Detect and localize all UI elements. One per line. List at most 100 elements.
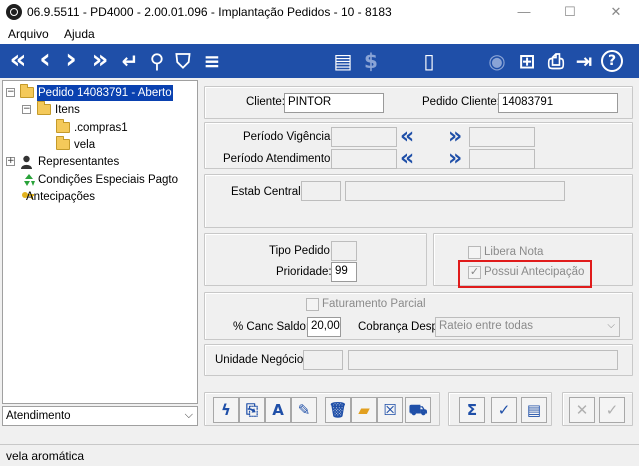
tree-label-pedido: Pedido 14083791 - Aberto — [37, 85, 173, 101]
periodo-atendimento-label: Período Atendimento: — [223, 153, 334, 165]
periodo-atendimento-end[interactable] — [469, 149, 535, 169]
menu-bar: Arquivo Ajuda — [0, 24, 639, 44]
web-icon[interactable]: ◉ — [486, 48, 508, 74]
check-icon[interactable]: ✓ — [599, 397, 625, 423]
first-record-icon[interactable]: « — [4, 47, 32, 74]
periodo-atendimento-start[interactable] — [331, 149, 397, 169]
chevron-down-icon: ⌵ — [607, 320, 615, 331]
expand-icon[interactable]: + — [6, 157, 15, 166]
unidade-negocio-name[interactable] — [348, 350, 618, 370]
delete-icon[interactable]: 🗑 — [325, 397, 351, 423]
pedido-cliente-input[interactable]: 14083791 — [498, 93, 618, 113]
prioridade-input[interactable]: 99 — [331, 262, 357, 282]
tree-structure-icon[interactable]: ⊞ — [516, 48, 538, 74]
person-icon — [20, 155, 33, 169]
periodo-vigencia-label: Período Vigência: — [243, 131, 334, 143]
estab-central-name[interactable] — [345, 181, 565, 201]
exit-icon[interactable]: ⇥ — [572, 48, 596, 74]
faturamento-group: Faturamento Parcial % Canc Saldo: 20,00 … — [204, 292, 633, 340]
cobranca-desp-label: Cobrança Desp: — [358, 321, 442, 333]
lightning-icon[interactable]: ϟ — [213, 397, 239, 423]
help-icon[interactable]: ? — [601, 50, 623, 72]
folder-icon — [56, 119, 70, 133]
periodo-vigencia-end[interactable] — [469, 127, 535, 147]
tree-item-condicoes[interactable]: Condições Especiais Pagto — [3, 172, 193, 188]
atendimento-dropdown[interactable]: Atendimento ⌵ — [2, 406, 198, 426]
window-title: 06.9.5511 - PD4000 - 2.00.01.096 - Impla… — [27, 5, 392, 19]
confirm-check-icon[interactable]: ✓ — [491, 397, 517, 423]
truck-icon[interactable]: ⛟ — [405, 397, 431, 423]
search-icon[interactable]: ⚲ — [146, 48, 168, 74]
close-button[interactable]: ✕ — [593, 0, 639, 24]
actions-group-1: ϟ ⎘ A ✎ 🗑 ▰ ☒ ⛟ — [204, 392, 440, 426]
tree-item-representantes[interactable]: + Representantes — [3, 154, 193, 170]
new-document-icon[interactable]: ▯ — [418, 48, 440, 74]
unidade-negocio-label: Unidade Negócio: — [215, 354, 307, 366]
filter-icon[interactable]: ⛉ — [172, 48, 194, 74]
atendimento-label: Atendimento — [6, 410, 71, 422]
tree-item-compras1[interactable]: .compras1 — [3, 119, 193, 136]
tipo-pedido-group: Tipo Pedido: Prioridade: 99 — [204, 233, 427, 286]
client-group: Cliente: PINTOR Pedido Cliente: 14083791 — [204, 86, 633, 119]
tree-label-compras1: .compras1 — [74, 122, 128, 134]
tree-item-pedido[interactable]: − Pedido 14083791 - Aberto — [3, 84, 193, 101]
tree-item-vela[interactable]: vela — [3, 136, 193, 153]
cliente-label: Cliente: — [246, 96, 285, 108]
pedido-cliente-label: Pedido Cliente: — [422, 96, 500, 108]
tipo-pedido-input[interactable] — [331, 241, 357, 261]
unidade-negocio-code[interactable] — [303, 350, 343, 370]
estab-central-code[interactable] — [301, 181, 341, 201]
maximize-button[interactable]: ☐ — [547, 0, 593, 24]
copy-doc-icon[interactable]: ⎘ — [239, 397, 265, 423]
tree-label-antecipacoes: Antecipações — [26, 191, 96, 203]
faturamento-parcial-checkbox[interactable] — [306, 298, 319, 311]
cancel-icon[interactable]: ☒ — [377, 397, 403, 423]
tree-item-itens[interactable]: − Itens — [3, 101, 193, 118]
highlight-box — [458, 260, 592, 288]
chevron-double-left-icon[interactable]: « — [400, 126, 414, 148]
periodo-vigencia-start[interactable] — [331, 127, 397, 147]
return-icon[interactable]: ↵ — [118, 48, 142, 74]
canc-saldo-input[interactable]: 20,00 — [307, 317, 341, 337]
collapse-icon[interactable]: − — [6, 88, 15, 97]
next-record-icon[interactable]: › — [60, 45, 82, 74]
unidade-negocio-group: Unidade Negócio: — [204, 344, 633, 376]
recycle-icon — [22, 173, 36, 187]
order-form: Cliente: PINTOR Pedido Cliente: 14083791… — [200, 80, 637, 426]
money-icon[interactable]: $ — [360, 48, 382, 74]
translate-icon[interactable]: A — [265, 397, 291, 423]
collapse-icon[interactable]: − — [22, 105, 31, 114]
open-folder-icon — [37, 101, 51, 115]
close-x-icon[interactable]: ✕ — [569, 397, 595, 423]
tree-label-vela: vela — [74, 139, 96, 151]
chevron-double-right-icon[interactable]: » — [448, 126, 462, 148]
period-group: Período Vigência: « » Período Atendiment… — [204, 122, 633, 170]
report-icon[interactable]: ▤ — [332, 48, 354, 74]
chevron-double-left-icon[interactable]: « — [400, 148, 414, 170]
menu-ajuda[interactable]: Ajuda — [64, 27, 95, 41]
cobranca-desp-dropdown[interactable]: Rateio entre todas ⌵ — [435, 317, 620, 337]
tree-item-antecipacoes[interactable]: Antecipações — [3, 189, 193, 205]
tree-panel: − Pedido 14083791 - Aberto − Itens .comp… — [2, 80, 198, 404]
libera-nota-label: Libera Nota — [484, 246, 544, 258]
tree-label-condicoes: Condições Especiais Pagto — [38, 174, 178, 186]
title-bar: 06.9.5511 - PD4000 - 2.00.01.096 - Impla… — [0, 0, 639, 24]
settings-sliders-icon[interactable]: ≡ — [200, 48, 224, 74]
canc-saldo-label: % Canc Saldo: — [233, 321, 310, 333]
chevron-double-right-icon[interactable]: » — [448, 148, 462, 170]
menu-arquivo[interactable]: Arquivo — [8, 27, 49, 41]
document-icon[interactable]: ▤ — [521, 397, 547, 423]
cliente-input[interactable]: PINTOR — [284, 93, 384, 113]
prioridade-label: Prioridade: — [276, 266, 332, 278]
folder-icon — [56, 136, 70, 150]
minimize-button[interactable]: — — [501, 0, 547, 24]
actions-group-3: ✕ ✓ — [562, 392, 633, 426]
print-icon[interactable]: ⎙ — [544, 48, 568, 74]
cobranca-desp-value: Rateio entre todas — [439, 320, 533, 332]
sum-icon[interactable]: Σ — [459, 397, 485, 423]
last-record-icon[interactable]: » — [86, 47, 114, 74]
folder-icon[interactable]: ▰ — [351, 397, 377, 423]
edit-icon[interactable]: ✎ — [291, 397, 317, 423]
previous-record-icon[interactable]: ‹ — [34, 45, 56, 74]
libera-nota-checkbox[interactable] — [468, 246, 481, 259]
